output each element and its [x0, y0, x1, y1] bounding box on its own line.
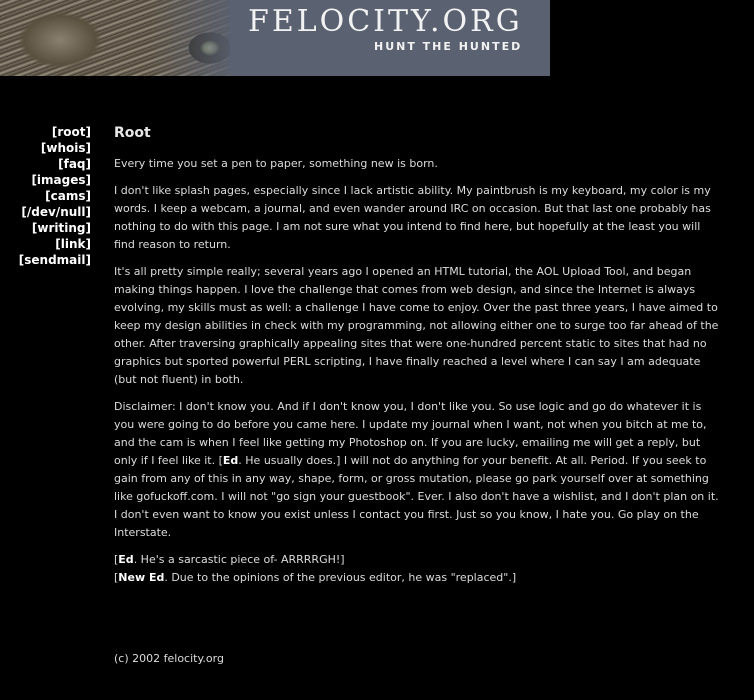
disclaimer-ed-label: Ed	[222, 454, 239, 467]
banner-photo-fade	[150, 0, 240, 76]
ed-note-text: . He's a sarcastic piece of- ARRRRGH!]	[133, 553, 345, 566]
intro-paragraph: Every time you set a pen to paper, somet…	[114, 157, 438, 170]
main-content: Root Every time you set a pen to paper, …	[114, 122, 724, 596]
header-banner: FELOCITY.ORG HUNT THE HUNTED	[0, 0, 550, 76]
nav-link-cams[interactable]: [cams]	[19, 188, 91, 204]
side-nav: [root] [whois] [faq] [images] [cams] [/d…	[19, 124, 91, 268]
history-paragraph: It's all pretty simple really; several y…	[114, 265, 719, 386]
disclaimer-paragraph: Disclaimer: I don't know you. And if I d…	[114, 398, 724, 542]
nav-link-root[interactable]: [root]	[19, 124, 91, 140]
page: FELOCITY.ORG HUNT THE HUNTED [root] [who…	[0, 0, 754, 700]
nav-link-faq[interactable]: [faq]	[19, 156, 91, 172]
site-title: FELOCITY.ORG	[248, 4, 523, 39]
site-tagline: HUNT THE HUNTED	[374, 40, 523, 53]
new-ed-note-text: . Due to the opinions of the previous ed…	[164, 571, 517, 584]
nav-link-sendmail[interactable]: [sendmail]	[19, 252, 91, 268]
about-paragraph: I don't like splash pages, especially si…	[114, 184, 711, 251]
new-ed-note-label: New Ed	[118, 571, 165, 584]
ed-note: [Ed. He's a sarcastic piece of- ARRRRGH!…	[114, 553, 345, 566]
ed-note-label: Ed	[118, 553, 134, 566]
page-title: Root	[114, 125, 151, 141]
nav-link-writing[interactable]: [writing]	[19, 220, 91, 236]
nav-link-dev-null[interactable]: [/dev/null]	[19, 204, 91, 220]
new-ed-note: [New Ed. Due to the opinions of the prev…	[114, 571, 516, 584]
nav-link-images[interactable]: [images]	[19, 172, 91, 188]
footer-copyright: (c) 2002 felocity.org	[114, 652, 224, 665]
nav-link-link[interactable]: [link]	[19, 236, 91, 252]
nav-link-whois[interactable]: [whois]	[19, 140, 91, 156]
editor-notes: [Ed. He's a sarcastic piece of- ARRRRGH!…	[114, 551, 724, 587]
